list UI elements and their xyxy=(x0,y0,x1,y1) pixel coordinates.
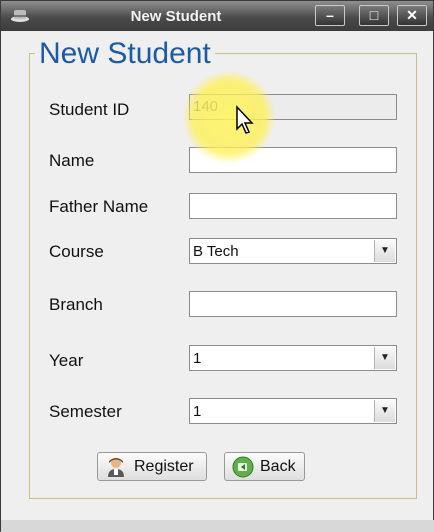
father-name-field[interactable] xyxy=(189,193,397,219)
back-button[interactable]: Back xyxy=(224,452,305,481)
branch-field[interactable] xyxy=(189,291,397,317)
close-icon: ✕ xyxy=(406,7,418,23)
back-button-label: Back xyxy=(260,458,296,475)
name-label: Name xyxy=(49,151,95,170)
student-id-label: Student ID xyxy=(49,100,130,119)
form-heading: New Student xyxy=(35,37,215,71)
chevron-down-icon[interactable]: ▼ xyxy=(374,400,395,422)
minimize-icon: – xyxy=(326,7,334,23)
name-field[interactable] xyxy=(189,147,397,173)
new-student-window: New Student – □ ✕ New Student Student ID… xyxy=(0,0,434,532)
maximize-button[interactable]: □ xyxy=(359,5,389,26)
father-name-label: Father Name xyxy=(49,197,149,216)
back-arrow-icon xyxy=(232,456,254,478)
window-bottom-edge xyxy=(1,520,434,532)
minimize-button[interactable]: – xyxy=(315,5,345,26)
close-button[interactable]: ✕ xyxy=(397,5,427,26)
branch-label: Branch xyxy=(49,295,103,314)
title-bar[interactable]: New Student – □ ✕ xyxy=(1,1,433,31)
course-selected-value: B Tech xyxy=(193,243,239,260)
maximize-icon: □ xyxy=(369,7,379,23)
course-select[interactable]: B Tech ▼ xyxy=(189,238,397,264)
semester-selected-value: 1 xyxy=(193,403,202,420)
user-icon xyxy=(108,458,124,477)
year-label: Year xyxy=(49,351,84,370)
register-button[interactable]: Register xyxy=(97,452,207,481)
chevron-down-icon[interactable]: ▼ xyxy=(374,347,395,369)
semester-label: Semester xyxy=(49,402,122,421)
chevron-down-icon[interactable]: ▼ xyxy=(374,240,395,262)
student-id-field: 140 xyxy=(189,94,397,120)
year-select[interactable]: 1 ▼ xyxy=(189,345,397,371)
semester-select[interactable]: 1 ▼ xyxy=(189,398,397,424)
year-selected-value: 1 xyxy=(193,350,202,367)
course-label: Course xyxy=(49,242,104,261)
register-button-label: Register xyxy=(134,458,194,475)
window-title: New Student xyxy=(130,8,222,25)
